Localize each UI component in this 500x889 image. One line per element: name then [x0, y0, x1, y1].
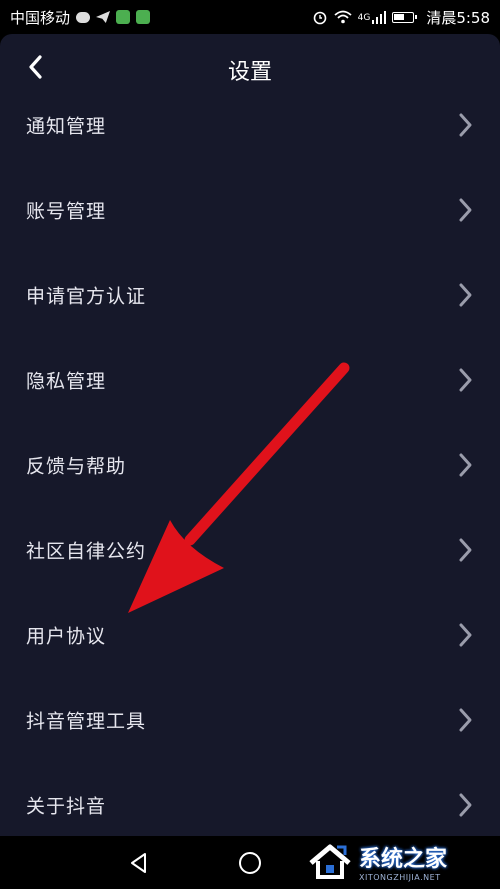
- chevron-right-icon: [459, 793, 472, 816]
- watermark-text: 系统之家 XITONGZHIJIA.NET: [359, 841, 447, 882]
- chevron-right-icon: [459, 198, 472, 221]
- chevron-right-icon: [459, 368, 472, 391]
- menu-item-label: 申请官方认证: [26, 285, 147, 307]
- menu-item-label: 社区自律公约: [26, 540, 147, 562]
- message-icon: [76, 11, 91, 23]
- chevron-right-icon: [459, 283, 472, 306]
- chevron-right-icon: [459, 453, 472, 476]
- settings-menu: 通知管理 账号管理 申请官方认证 隐私管理 反馈与帮助 社区自律公约 用户协议: [0, 82, 500, 836]
- menu-item-label: 通知管理: [26, 115, 107, 137]
- app-notification-icon: [136, 10, 151, 24]
- network-type-label: 4G: [357, 12, 371, 23]
- home-circle-icon[interactable]: [236, 849, 264, 877]
- wifi-icon: [334, 10, 352, 24]
- menu-item-management-tools[interactable]: 抖音管理工具: [0, 677, 500, 762]
- app-notification-icon: [116, 10, 131, 24]
- menu-item-label: 隐私管理: [26, 370, 107, 392]
- menu-item-label: 用户协议: [26, 625, 107, 647]
- alarm-icon: [313, 11, 326, 25]
- chevron-right-icon: [459, 113, 472, 136]
- menu-item-label: 账号管理: [26, 200, 107, 222]
- status-left: 中国移动: [10, 7, 151, 28]
- menu-item-verification[interactable]: 申请官方认证: [0, 252, 500, 337]
- chevron-right-icon: [459, 708, 472, 731]
- status-right: 4G 清晨5:58: [312, 7, 490, 28]
- watermark: 系统之家 XITONGZHIJIA.NET: [307, 839, 492, 883]
- menu-item-label: 抖音管理工具: [26, 710, 147, 732]
- watermark-sub-text: XITONGZHIJIA.NET: [359, 872, 441, 882]
- back-triangle-icon[interactable]: [125, 849, 153, 877]
- chevron-right-icon: [459, 538, 472, 561]
- send-icon: [96, 11, 111, 23]
- clock-label: 清晨5:58: [426, 8, 490, 27]
- menu-item-community[interactable]: 社区自律公约: [0, 507, 500, 592]
- menu-item-feedback[interactable]: 反馈与帮助: [0, 422, 500, 507]
- watermark-main-text: 系统之家: [359, 846, 448, 872]
- menu-item-notification[interactable]: 通知管理: [0, 82, 500, 167]
- menu-item-user-agreement[interactable]: 用户协议: [0, 592, 500, 677]
- settings-panel: 设置 通知管理 账号管理 申请官方认证 隐私管理 反馈与帮助 社区自律公约 用户…: [0, 34, 500, 836]
- menu-item-privacy[interactable]: 隐私管理: [0, 337, 500, 422]
- menu-item-about[interactable]: 关于抖音: [0, 762, 500, 836]
- menu-item-label: 反馈与帮助: [26, 455, 127, 477]
- menu-item-account[interactable]: 账号管理: [0, 167, 500, 252]
- status-bar: 中国移动 4G 清晨5:58: [0, 0, 500, 34]
- chevron-right-icon: [459, 623, 472, 646]
- carrier-label: 中国移动: [10, 8, 71, 27]
- battery-icon: [392, 11, 418, 23]
- signal-icon: [372, 11, 387, 24]
- menu-item-label: 关于抖音: [26, 795, 107, 817]
- house-logo-icon: [309, 844, 351, 879]
